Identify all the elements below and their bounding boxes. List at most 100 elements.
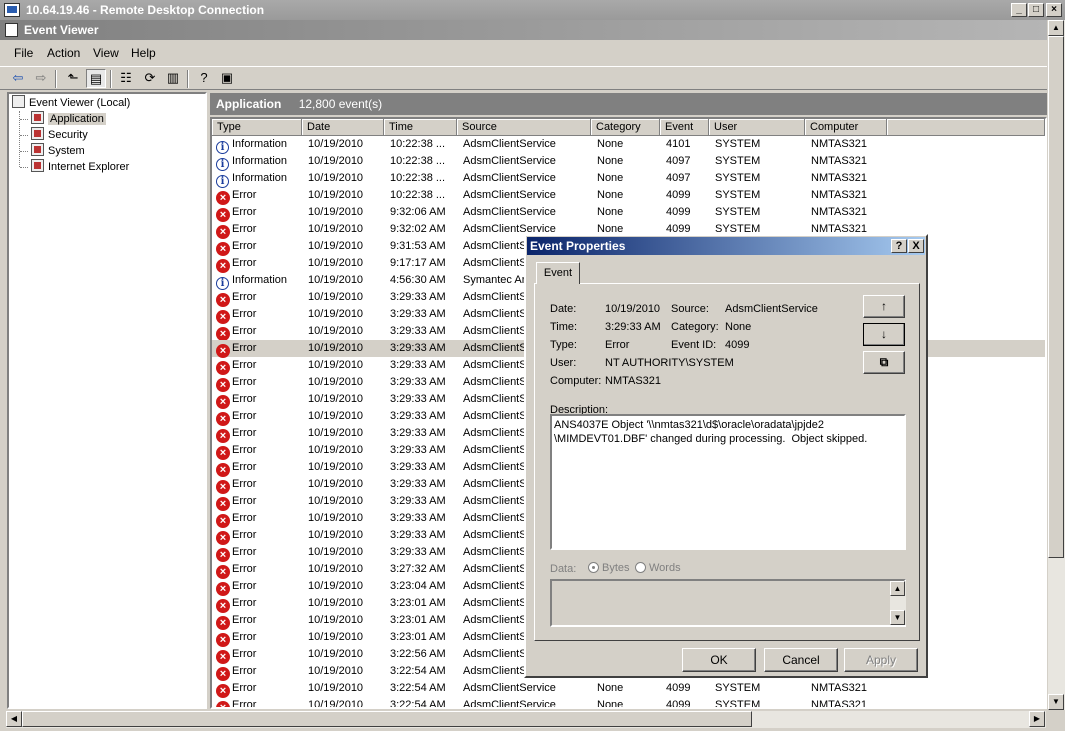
data-scroll-up-button[interactable]: ▲ — [890, 581, 905, 596]
event-properties-dialog: Event Properties ? X Event Date: 10/19/2… — [524, 234, 928, 678]
dialog-close-button[interactable]: X — [908, 239, 924, 253]
outer-scroll-up-button[interactable]: ▲ — [1048, 20, 1064, 36]
log-icon — [31, 127, 44, 140]
rdp-minimize-button[interactable]: _ — [1011, 3, 1027, 17]
cell-type-label: Error — [232, 342, 257, 354]
menu-action[interactable]: Action — [47, 46, 80, 60]
cell-time: 3:29:33 AM — [390, 512, 446, 524]
column-header-date[interactable]: Date — [302, 119, 384, 136]
outer-scroll-down-button[interactable]: ▼ — [1048, 694, 1064, 710]
refresh-icon[interactable]: ⟳ — [140, 69, 160, 88]
cell-source: AdsmClientService — [463, 682, 556, 694]
cell-time: 3:29:33 AM — [390, 393, 446, 405]
table-row[interactable]: i Information 10/19/2010 10:22:38 ... AdsmCl… — [212, 153, 1045, 171]
user-label: User: — [550, 357, 577, 369]
data-textbox[interactable]: ▲ ▼ — [550, 579, 906, 627]
tree-item-system[interactable]: System — [31, 143, 85, 159]
cell-source: AdsmClientService — [463, 155, 556, 167]
tree-root[interactable]: Event Viewer (Local) — [12, 95, 130, 111]
table-row[interactable]: × Error 10/19/2010 3:22:54 AM AdsmClientServ… — [212, 680, 1045, 698]
cell-event: 4099 — [666, 189, 691, 201]
export-list-icon[interactable]: ▥ — [163, 69, 183, 88]
category-value: None — [725, 321, 752, 333]
cell-type-label: Information — [232, 274, 288, 286]
previous-event-button[interactable]: ↑ — [863, 295, 905, 318]
data-label: Data: — [550, 563, 577, 575]
cell-source: AdsmClientService — [463, 189, 556, 201]
properties-icon[interactable]: ☷ — [116, 69, 136, 88]
data-scrollbar[interactable]: ▲ ▼ — [890, 581, 906, 625]
tab-event[interactable]: Event — [536, 262, 580, 284]
cell-type: × Error — [216, 306, 300, 324]
tree-item-internet-explorer[interactable]: Internet Explorer — [31, 159, 129, 175]
dialog-help-button[interactable]: ? — [891, 239, 907, 253]
cell-time: 3:22:54 AM — [390, 665, 446, 677]
column-header-category[interactable]: Category — [591, 119, 660, 136]
bytes-radio[interactable]: Bytes — [588, 562, 630, 574]
outer-scroll-left-button[interactable]: ◀ — [6, 711, 22, 727]
outer-hscroll-thumb[interactable] — [22, 711, 752, 727]
outer-horizontal-scrollbar[interactable]: ◀ ▶ — [6, 711, 1046, 728]
cell-time: 3:22:54 AM — [390, 682, 446, 694]
time-value: 3:29:33 AM — [605, 321, 661, 333]
cell-type-label: Error — [232, 631, 257, 643]
column-header-user[interactable]: User — [709, 119, 805, 136]
column-header-type[interactable]: Type — [212, 119, 302, 136]
column-header-time[interactable]: Time — [384, 119, 457, 136]
data-scroll-down-button[interactable]: ▼ — [890, 610, 905, 625]
cell-event: 4097 — [666, 172, 691, 184]
help-icon[interactable]: ? — [194, 69, 214, 88]
cell-date: 10/19/2010 — [308, 206, 364, 218]
rdp-close-button[interactable]: × — [1046, 3, 1062, 17]
outer-scroll-thumb[interactable] — [1048, 36, 1064, 558]
description-textbox[interactable]: ANS4037E Object '\\nmtas321\d$\oracle\or… — [550, 414, 906, 550]
cancel-button[interactable]: Cancel — [764, 648, 838, 672]
cell-event: 4099 — [666, 699, 691, 709]
tree-item-application[interactable]: Application — [31, 111, 106, 127]
copy-event-button[interactable]: ⧉ — [863, 351, 905, 374]
error-icon: × — [216, 242, 230, 256]
cell-date: 10/19/2010 — [308, 155, 364, 167]
table-row[interactable]: × Error 10/19/2010 10:22:38 ... AdsmClientSe… — [212, 187, 1045, 205]
cell-time: 10:22:38 ... — [390, 189, 446, 201]
rdp-restore-button[interactable]: □ — [1028, 3, 1044, 17]
table-row[interactable]: i Information 10/19/2010 10:22:38 ... AdsmCl… — [212, 136, 1045, 154]
back-arrow-icon[interactable]: ⇦ — [8, 69, 28, 88]
cell-type: × Error — [216, 561, 300, 579]
cell-time: 3:29:33 AM — [390, 342, 446, 354]
apply-button[interactable]: Apply — [844, 648, 918, 672]
description-pane-icon[interactable]: ▣ — [217, 69, 237, 88]
cell-category: None — [597, 206, 624, 218]
cell-date: 10/19/2010 — [308, 274, 364, 286]
menu-file[interactable]: File — [14, 46, 33, 60]
cell-date: 10/19/2010 — [308, 189, 364, 201]
words-radio[interactable]: Words — [635, 562, 681, 574]
column-header-source[interactable]: Source — [457, 119, 591, 136]
up-folder-icon[interactable]: ⬑ — [63, 69, 83, 88]
cell-type: × Error — [216, 493, 300, 511]
table-row[interactable]: × Error 10/19/2010 9:32:06 AM AdsmClientServ… — [212, 204, 1045, 222]
cell-type-label: Error — [232, 461, 257, 473]
tree-connector — [20, 151, 28, 152]
forward-arrow-icon[interactable]: ⇨ — [31, 69, 51, 88]
cell-type: × Error — [216, 527, 300, 545]
cell-type: × Error — [216, 476, 300, 494]
column-header-event[interactable]: Event — [660, 119, 709, 136]
cell-type: × Error — [216, 289, 300, 307]
outer-scroll-right-button[interactable]: ▶ — [1029, 711, 1045, 727]
menu-help[interactable]: Help — [131, 46, 156, 60]
column-header-computer[interactable]: Computer — [805, 119, 887, 136]
show-tree-icon[interactable]: ▤ — [86, 69, 106, 88]
tree-item-security[interactable]: Security — [31, 127, 88, 143]
table-row[interactable]: × Error 10/19/2010 3:22:54 AM AdsmClientServ… — [212, 697, 1045, 709]
ok-button[interactable]: OK — [682, 648, 756, 672]
outer-vertical-scrollbar[interactable]: ▲ ▼ — [1048, 20, 1065, 710]
log-icon — [31, 111, 44, 124]
cell-type: × Error — [216, 187, 300, 205]
cell-type: × Error — [216, 204, 300, 222]
menu-view[interactable]: View — [93, 46, 119, 60]
event-viewer-app-icon — [5, 23, 18, 37]
table-row[interactable]: i Information 10/19/2010 10:22:38 ... AdsmCl… — [212, 170, 1045, 188]
next-event-button[interactable]: ↓ — [863, 323, 905, 346]
cell-time: 3:23:01 AM — [390, 597, 446, 609]
